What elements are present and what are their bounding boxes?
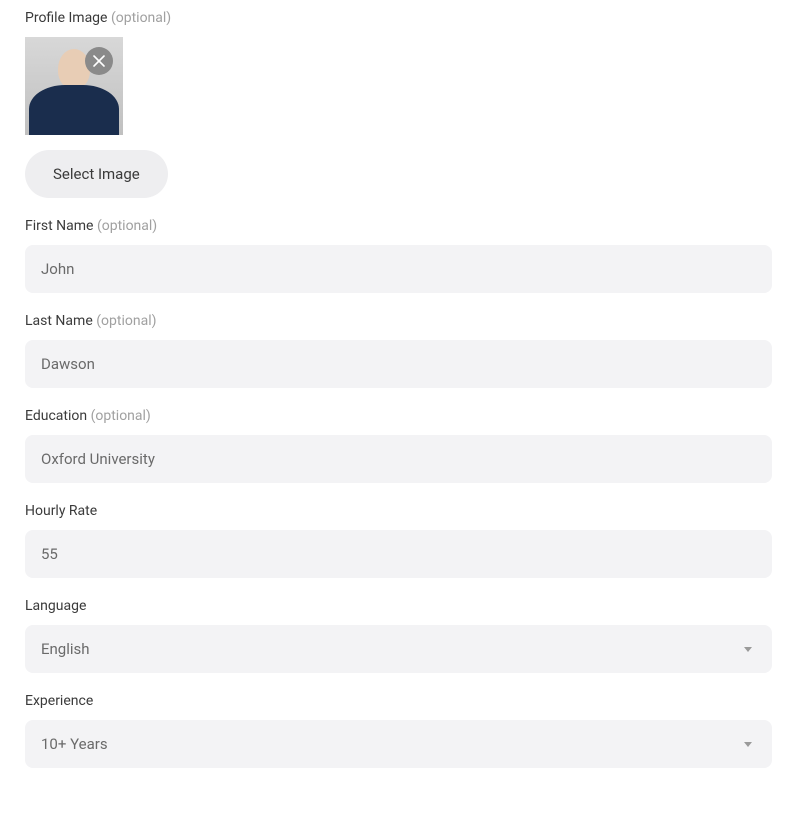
first-name-label-text: First Name [25,218,93,234]
select-image-button[interactable]: Select Image [25,150,168,198]
hourly-rate-label: Hourly Rate [25,503,772,519]
last-name-optional: (optional) [96,313,156,329]
caret-down-icon [744,742,752,747]
close-icon [92,54,106,68]
profile-image-label: Profile Image (optional) [25,10,772,26]
profile-image-wrapper [25,37,123,135]
profile-image-optional: (optional) [111,10,171,26]
last-name-input[interactable] [25,340,772,388]
hourly-rate-label-text: Hourly Rate [25,503,97,519]
remove-image-button[interactable] [85,47,113,75]
experience-select-wrapper: 10+ Years [25,720,772,768]
language-label-text: Language [25,598,86,614]
education-optional: (optional) [91,408,151,424]
language-select[interactable]: English [25,625,772,673]
hourly-rate-input[interactable] [25,530,772,578]
first-name-label: First Name (optional) [25,218,772,234]
profile-image-label-text: Profile Image [25,10,107,26]
last-name-label: Last Name (optional) [25,313,772,329]
experience-label-text: Experience [25,693,93,709]
language-label: Language [25,598,772,614]
language-section: Language English [25,598,772,673]
first-name-input[interactable] [25,245,772,293]
first-name-optional: (optional) [97,218,157,234]
education-label-text: Education [25,408,87,424]
caret-down-icon [744,647,752,652]
language-select-wrapper: English [25,625,772,673]
education-label: Education (optional) [25,408,772,424]
profile-image-section: Profile Image (optional) Select Image [25,10,772,198]
education-section: Education (optional) [25,408,772,483]
experience-select[interactable]: 10+ Years [25,720,772,768]
experience-label: Experience [25,693,772,709]
hourly-rate-section: Hourly Rate [25,503,772,578]
education-input[interactable] [25,435,772,483]
experience-section: Experience 10+ Years [25,693,772,768]
first-name-section: First Name (optional) [25,218,772,293]
last-name-label-text: Last Name [25,313,93,329]
language-select-value: English [41,640,90,658]
last-name-section: Last Name (optional) [25,313,772,388]
experience-select-value: 10+ Years [41,735,108,753]
